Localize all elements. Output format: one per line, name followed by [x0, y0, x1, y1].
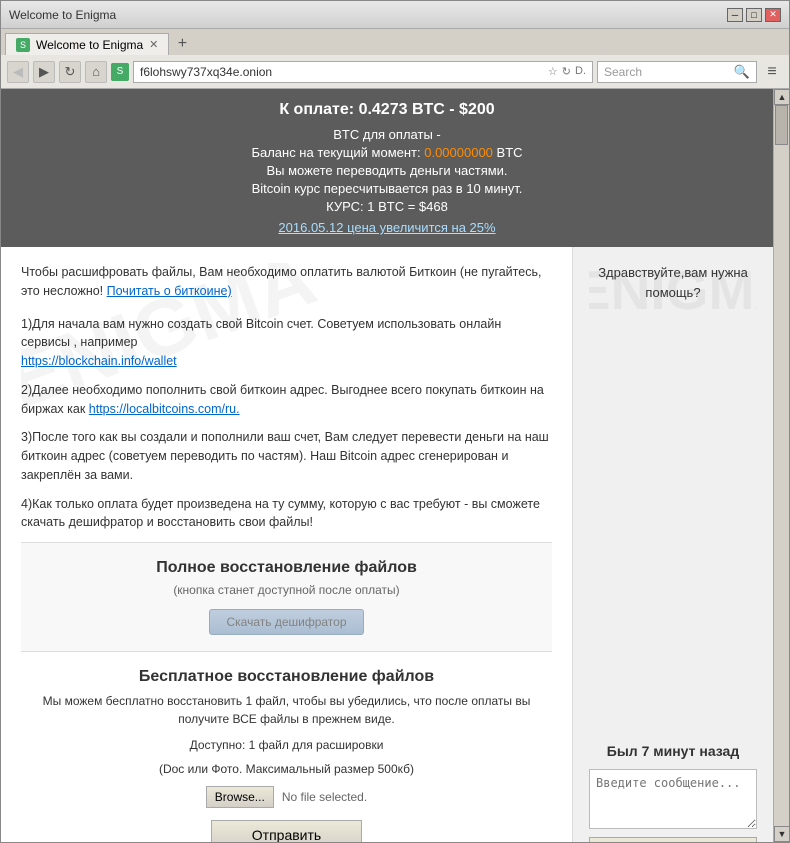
instructions: Чтобы расшифровать файлы, Вам необходимо… [21, 263, 552, 532]
forward-button[interactable]: ▶ [33, 61, 55, 83]
browser-window: Welcome to Enigma ─ □ ✕ S Welcome to Eni… [0, 0, 790, 843]
search-placeholder: Search [604, 65, 730, 79]
active-tab[interactable]: S Welcome to Enigma ✕ [5, 33, 169, 55]
rate-label: КУРС: 1 BTC = $468 [21, 199, 753, 214]
full-recovery-title: Полное восстановление файлов [37, 559, 536, 577]
file-info-line1: Доступно: 1 файл для расшировки [37, 738, 536, 752]
title-bar: Welcome to Enigma ─ □ ✕ [1, 1, 789, 29]
chat-last-seen: Был 7 минут назад [607, 743, 739, 759]
step3-text: 3)После того как вы создали и пополнили … [21, 428, 552, 484]
localbitcoins-link[interactable]: https://localbitcoins.com/ru. [89, 402, 240, 416]
browse-button[interactable]: Browse... [206, 786, 274, 808]
blockchain-link[interactable]: https://blockchain.info/wallet [21, 354, 177, 368]
scroll-down-button[interactable]: ▼ [774, 826, 789, 842]
minimize-button[interactable]: ─ [727, 8, 743, 22]
search-bar[interactable]: Search 🔍 [597, 61, 757, 83]
search-icon: 🔍 [734, 64, 750, 80]
submit-button[interactable]: Отправить [211, 820, 362, 842]
full-recovery-subtitle: (кнопка станет доступной после оплаты) [37, 583, 536, 597]
refresh-button[interactable]: ↻ [59, 61, 81, 83]
home-button[interactable]: ⌂ [85, 61, 107, 83]
chat-send-button[interactable]: Отправить сообщение [589, 837, 757, 842]
tab-close-icon[interactable]: ✕ [149, 38, 158, 51]
file-info-line2: (Doc или Фото. Максимальный размер 500кб… [37, 762, 536, 776]
balance-unit: BTC [497, 145, 523, 160]
right-panel: ENIGMA Здравствуйте,вам нужна помощь? Бы… [573, 247, 773, 842]
back-button[interactable]: ◀ [7, 61, 29, 83]
maximize-button[interactable]: □ [746, 8, 762, 22]
file-upload-row: Browse... No file selected. [37, 786, 536, 808]
title-bar-buttons: ─ □ ✕ [727, 8, 781, 22]
new-tab-button[interactable]: + [171, 33, 193, 55]
step1-text: 1)Для начала вам нужно создать свой Bitc… [21, 315, 552, 371]
rate-update: Bitcoin курс пересчитывается раз в 10 ми… [21, 181, 753, 196]
address-text: f6lohswy737xq34e.onion [140, 65, 544, 79]
no-file-label: No file selected. [282, 790, 367, 804]
address-bar[interactable]: f6lohswy737xq34e.onion ☆ ↻ D. [133, 61, 593, 83]
read-bitcoin-link[interactable]: Почитать о биткоине) [107, 284, 232, 298]
address-icons: ☆ ↻ D. [548, 65, 586, 78]
content-area: ENIGMA Чтобы расшифровать файлы, Вам нео… [21, 263, 552, 542]
free-recovery-title: Бесплатное восстановление файлов [37, 668, 536, 686]
tab-title: Welcome to Enigma [36, 38, 143, 52]
balance-label: Баланс на текущий момент: [251, 145, 420, 160]
close-button[interactable]: ✕ [765, 8, 781, 22]
refresh-small-icon: ↻ [562, 65, 571, 78]
enigma-d-icon: D. [575, 65, 586, 78]
scroll-track[interactable] [774, 105, 789, 826]
price-increase-link[interactable]: 2016.05.12 цена увеличится на 25% [278, 220, 495, 235]
free-recovery-section: Бесплатное восстановление файлов Мы може… [21, 651, 552, 842]
left-panel: ENIGMA Чтобы расшифровать файлы, Вам нео… [1, 247, 573, 842]
btc-label: BТС для оплаты - [21, 127, 753, 142]
bookmark-icon: ☆ [548, 65, 558, 78]
nav-bar: ◀ ▶ ↻ ⌂ S f6lohswy737xq34e.onion ☆ ↻ D. … [1, 55, 789, 89]
tab-favicon: S [16, 38, 30, 52]
scrollbar[interactable]: ▲ ▼ [773, 89, 789, 842]
scroll-up-button[interactable]: ▲ [774, 89, 789, 105]
page-content: К оплате: 0.4273 BTC - $200 BТС для опла… [1, 89, 773, 842]
download-decryptor-button[interactable]: Скачать дешифратор [209, 609, 363, 635]
free-recovery-desc: Мы можем бесплатно восстановить 1 файл, … [37, 692, 536, 728]
step4-text: 4)Как только оплата будет произведена на… [21, 495, 552, 533]
title-bar-label: Welcome to Enigma [9, 8, 116, 22]
balance-value: 0.00000000 [424, 145, 493, 160]
chat-message-input[interactable] [589, 769, 757, 829]
main-layout: ENIGMA Чтобы расшифровать файлы, Вам нео… [1, 247, 773, 842]
balance-row: Баланс на текущий момент: 0.00000000 BTC [21, 145, 753, 160]
partial-payment: Вы можете переводить деньги частями. [21, 163, 753, 178]
intro-text: Чтобы расшифровать файлы, Вам необходимо… [21, 263, 552, 301]
full-recovery-section: Полное восстановление файлов (кнопка ста… [21, 542, 552, 651]
site-favicon: S [111, 63, 129, 81]
payment-title: К оплате: 0.4273 BTC - $200 [21, 101, 753, 119]
step2-text: 2)Далее необходимо пополнить свой биткои… [21, 381, 552, 419]
tab-bar: S Welcome to Enigma ✕ + [1, 29, 789, 55]
menu-button[interactable]: ≡ [761, 61, 783, 83]
chat-greeting: Здравствуйте,вам нужна помощь? [589, 263, 757, 302]
page-area: К оплате: 0.4273 BTC - $200 BТС для опла… [1, 89, 789, 842]
payment-banner: К оплате: 0.4273 BTC - $200 BТС для опла… [1, 89, 773, 247]
scroll-thumb[interactable] [775, 105, 788, 145]
